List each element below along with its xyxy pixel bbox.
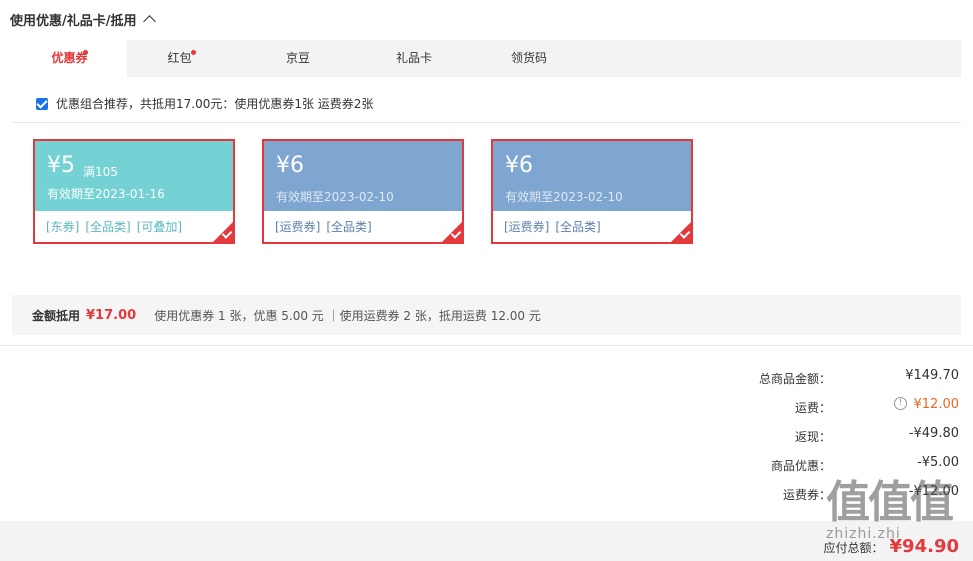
summary-amount: ¥17.00 [86,307,137,323]
notification-dot-icon [191,50,196,55]
info-icon[interactable]: ! [894,397,907,410]
coupon-expiry: 有效期至2023-02-10 [276,190,394,204]
total-row: 返现： -¥49.80 [659,426,959,455]
coupon-card[interactable]: ¥6 有效期至2023-02-10 [运费券] [全品类] [262,139,464,244]
total-label: 运费： [794,401,831,415]
tab-label: 京豆 [285,51,310,65]
coupon-tag: [全品类] [85,220,131,234]
total-label: 商品优惠： [770,459,831,473]
coupon-amount: ¥6 [276,153,304,178]
total-label: 运费券： [782,488,831,502]
total-value: ¥12.00 [913,397,960,412]
summary-detail: 使用优惠券 1 张，优惠 5.00 元 ｜使用运费券 2 张，抵用运费 12.0… [154,308,541,323]
coupon-card[interactable]: ¥5 满105 有效期至2023-01-16 [东券] [全品类] [可叠加] [33,139,235,244]
total-row: 总商品金额： ¥149.70 [659,368,959,397]
coupon-tags: [运费券] [全品类] [493,211,691,235]
chevron-up-icon[interactable] [142,15,156,28]
coupon-expiry: 有效期至2023-01-16 [47,187,165,201]
tab-label: 礼品卡 [395,51,432,65]
total-label: 返现： [794,430,831,444]
section-header[interactable]: 使用优惠/礼品卡/抵用 [10,10,156,29]
section-title: 使用优惠/礼品卡/抵用 [10,14,137,29]
total-label: 总商品金额： [758,372,831,386]
coupon-panel: 优惠券 红包 京豆 礼品卡 领货码 优惠组合推荐，共抵用17.00元：使用优惠券… [12,40,961,335]
combo-recommendation[interactable]: 优惠组合推荐，共抵用17.00元：使用优惠券1张 运费券2张 [36,95,373,112]
watermark: 值值值 zhizhi.zhi [826,477,954,543]
coupon-face: ¥6 有效期至2023-02-10 [264,141,462,211]
tab-redeem-code[interactable]: 领货码 [479,40,579,77]
watermark-url: zhizhi.zhi [826,526,901,542]
tab-coupons[interactable]: 优惠券 [12,40,127,77]
coupon-tag: [可叠加] [136,220,183,234]
coupon-face: ¥5 满105 有效期至2023-01-16 [35,141,233,211]
discount-summary: 金额抵用 ¥17.00 使用优惠券 1 张，优惠 5.00 元 ｜使用运费券 2… [12,295,961,335]
tab-label: 红包 [167,51,192,65]
divider [12,122,961,123]
coupon-amount: ¥5 [47,153,75,178]
coupon-tags: [运费券] [全品类] [264,211,462,235]
total-value: ¥149.70 [905,368,959,383]
coupon-tag: [全品类] [326,220,372,234]
coupon-expiry: 有效期至2023-02-10 [505,190,623,204]
divider [0,345,973,346]
tab-jd-beans[interactable]: 京豆 [248,40,348,77]
coupon-face: ¥6 有效期至2023-02-10 [493,141,691,211]
total-row: 运费： ! ¥12.00 [659,397,959,426]
notification-dot-icon [83,50,88,55]
coupon-card[interactable]: ¥6 有效期至2023-02-10 [运费券] [全品类] [491,139,693,244]
coupon-tag: [运费券] [504,220,550,234]
coupon-tags: [东券] [全品类] [可叠加] [35,211,233,235]
combo-checkbox[interactable] [36,97,48,110]
combo-text: 优惠组合推荐，共抵用17.00元：使用优惠券1张 运费券2张 [56,97,374,111]
coupon-tag: [东券] [46,220,80,234]
total-value: -¥5.00 [917,455,959,470]
tab-gift-cards[interactable]: 礼品卡 [364,40,464,77]
coupon-tag: [运费券] [275,220,321,234]
summary-label: 金额抵用 [32,308,81,323]
total-value: -¥49.80 [908,426,959,441]
tab-label: 领货码 [510,51,547,65]
coupon-tag: [全品类] [555,220,601,234]
coupon-amount: ¥6 [505,153,533,178]
tab-red-packets[interactable]: 红包 [127,40,232,77]
tab-bar: 优惠券 红包 京豆 礼品卡 领货码 [12,40,961,77]
watermark-chars: 值值值 [826,477,954,528]
coupon-condition: 满105 [83,165,118,179]
